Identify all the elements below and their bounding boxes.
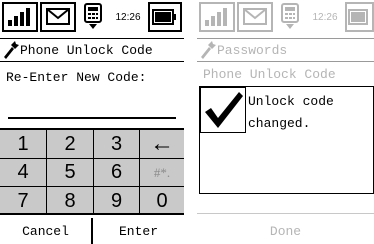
numeric-keypad: 1 2 3 ← 4 5 6 #*. 7 8 9 0: [0, 128, 184, 215]
page-title: Passwords: [217, 42, 288, 58]
key-7[interactable]: 7: [0, 187, 46, 215]
confirmation-message: Unlock code changed.: [248, 94, 334, 131]
key-2[interactable]: 2: [47, 130, 93, 158]
unlock-code-entry-screen: 12:26 Phone Unlock Code Re-Enter New Cod…: [0, 0, 184, 244]
divider: [197, 213, 374, 214]
status-bar: 12:26: [197, 0, 374, 38]
code-prompt: Re-Enter New Code:: [6, 70, 147, 85]
tools-icon: [199, 41, 217, 59]
signal-strength-icon[interactable]: [2, 2, 38, 32]
done-button[interactable]: Done: [197, 218, 374, 244]
section-label: Phone Unlock Code: [203, 67, 336, 82]
battery-icon: [345, 2, 374, 32]
battery-icon: [148, 2, 182, 32]
backspace-key[interactable]: ←: [140, 130, 184, 158]
page-title: Phone Unlock Code: [20, 42, 153, 58]
cancel-button[interactable]: Cancel: [0, 218, 91, 244]
clock: 12:26: [115, 11, 141, 23]
key-0[interactable]: 0: [140, 187, 184, 215]
status-bar: 12:26: [0, 0, 184, 38]
softkey-bar: Cancel Enter: [0, 218, 184, 244]
code-entry-field[interactable]: [8, 117, 176, 119]
key-3[interactable]: 3: [94, 130, 139, 158]
envelope-icon[interactable]: [40, 2, 76, 32]
key-9[interactable]: 9: [94, 187, 139, 215]
title-bar: Passwords: [197, 38, 374, 62]
unlock-code-confirmation-screen: 12:26 Passwords Phone Unlock Code Unlock…: [197, 0, 374, 244]
softkey-bar: Done: [197, 218, 374, 244]
confirmation-dialog: Unlock code changed.: [199, 86, 374, 194]
symbols-key[interactable]: #*.: [140, 159, 184, 186]
key-5[interactable]: 5: [47, 159, 93, 186]
title-bar: Phone Unlock Code: [0, 38, 184, 62]
key-6[interactable]: 6: [94, 159, 139, 186]
tools-icon: [2, 41, 20, 59]
enter-button[interactable]: Enter: [91, 218, 184, 244]
phone-dropdown-icon[interactable]: [275, 2, 305, 32]
signal-strength-icon[interactable]: [199, 2, 235, 32]
key-1[interactable]: 1: [0, 130, 46, 158]
key-8[interactable]: 8: [47, 187, 93, 215]
key-4[interactable]: 4: [0, 159, 46, 186]
clock: 12:26: [312, 11, 338, 23]
checkmark-icon: [200, 87, 246, 133]
envelope-icon[interactable]: [237, 2, 273, 32]
phone-dropdown-icon[interactable]: [78, 2, 108, 32]
